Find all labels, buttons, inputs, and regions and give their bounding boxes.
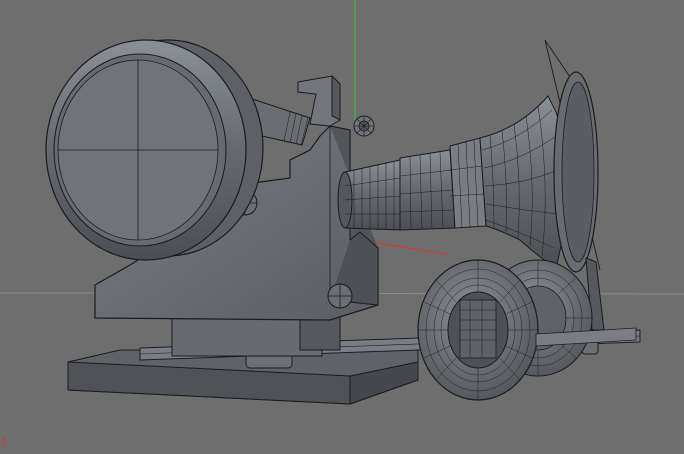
torus-ring-front[interactable] (417, 259, 539, 401)
camera-guide-line-top (544, 39, 573, 81)
lens-horn[interactable] (479, 71, 599, 273)
axis-label: x (2, 442, 7, 450)
3d-viewport[interactable]: x (0, 0, 684, 454)
drum-disk[interactable] (45, 39, 264, 261)
base-plate[interactable] (67, 349, 419, 405)
bolt-crosshair-bottom[interactable] (327, 283, 353, 309)
adjust-knob[interactable] (353, 115, 375, 137)
x-axis-line (369, 241, 449, 255)
lens-barrel[interactable] (337, 137, 487, 231)
viewport-canvas[interactable] (0, 0, 684, 454)
torus-core-block (459, 299, 497, 359)
